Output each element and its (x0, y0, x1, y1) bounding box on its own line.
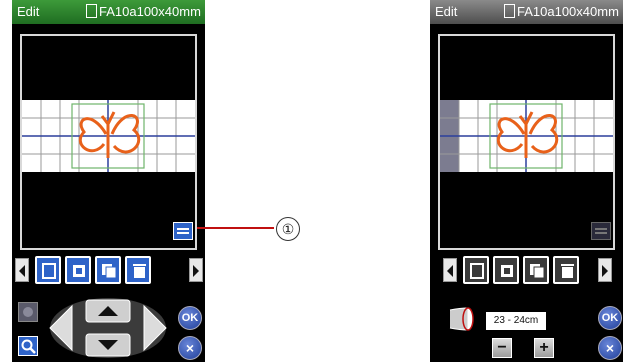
cancel-button[interactable]: × (178, 336, 202, 360)
copy-button[interactable] (95, 256, 121, 284)
hoop-size-text: FA10a100x40mm (517, 4, 619, 19)
direction-pad (49, 298, 167, 358)
layout-icon (595, 228, 607, 234)
doc-icon (504, 4, 515, 18)
copy-icon (102, 264, 117, 279)
design-canvas[interactable] (20, 34, 197, 250)
hoop-grid (440, 100, 613, 172)
hoop-size-label: FA10a100x40mm (504, 4, 619, 19)
delete-button[interactable] (125, 256, 151, 284)
title-bar: Edit FA10a100x40mm (12, 0, 205, 24)
minus-button[interactable]: − (492, 338, 512, 358)
shape-button[interactable] (35, 256, 61, 284)
ok-button[interactable]: OK (598, 306, 622, 330)
screen-title: Edit (17, 4, 40, 19)
toolbar-prev-button[interactable] (15, 258, 29, 282)
layout-button[interactable] (173, 222, 193, 240)
hoop-grid (22, 100, 195, 172)
callout-line (197, 227, 274, 229)
plus-button[interactable]: + (534, 338, 554, 358)
ok-label: OK (601, 312, 619, 324)
arrow-up-icon[interactable] (85, 299, 131, 323)
arrow-down-icon[interactable] (85, 333, 131, 357)
toolbar-next-button[interactable] (598, 258, 612, 282)
delete-icon (561, 264, 574, 278)
hoop-size-label: FA10a100x40mm (86, 4, 201, 19)
width-value-display: 23 - 24cm (486, 312, 546, 330)
ok-label: OK (181, 312, 199, 324)
edit-screen-right: Edit FA10a100x40mm 23 - 24cm − + OK × (430, 0, 623, 362)
edit-toolbar (12, 256, 205, 284)
hand-button[interactable] (18, 302, 38, 322)
plus-label: + (539, 339, 549, 356)
shape-icon (42, 263, 56, 279)
rotate-button[interactable] (65, 256, 91, 284)
doc-icon (86, 4, 97, 18)
toolbar-next-button[interactable] (189, 258, 203, 282)
delete-button[interactable] (553, 256, 579, 284)
hoop-size-text: FA10a100x40mm (99, 4, 201, 19)
cancel-button[interactable]: × (598, 336, 622, 360)
toolbar-prev-button[interactable] (443, 258, 457, 282)
ok-button[interactable]: OK (178, 306, 202, 330)
edit-screen-left: Edit FA10a100x40mm OK × (12, 0, 205, 362)
delete-icon (133, 264, 146, 278)
screen-title: Edit (435, 4, 458, 19)
embroidery-design (22, 100, 195, 172)
rotate-icon (501, 265, 513, 277)
zoom-button[interactable] (18, 336, 38, 356)
minus-label: − (497, 339, 507, 356)
copy-icon (530, 264, 545, 279)
hand-icon (23, 307, 33, 317)
cancel-label: × (185, 340, 195, 356)
rotate-icon (73, 265, 85, 277)
cancel-label: × (605, 340, 615, 356)
rotate-button[interactable] (493, 256, 519, 284)
copy-button[interactable] (523, 256, 549, 284)
shape-icon (470, 263, 484, 279)
layout-icon (177, 228, 189, 234)
cylinder-icon (449, 307, 474, 331)
callout-number: ① (276, 217, 300, 241)
zoom-icon (21, 339, 36, 354)
edit-toolbar (430, 256, 623, 284)
design-canvas[interactable] (438, 34, 615, 250)
layout-button[interactable] (591, 222, 611, 240)
shape-button[interactable] (463, 256, 489, 284)
title-bar: Edit FA10a100x40mm (430, 0, 623, 24)
embroidery-design (440, 100, 613, 172)
